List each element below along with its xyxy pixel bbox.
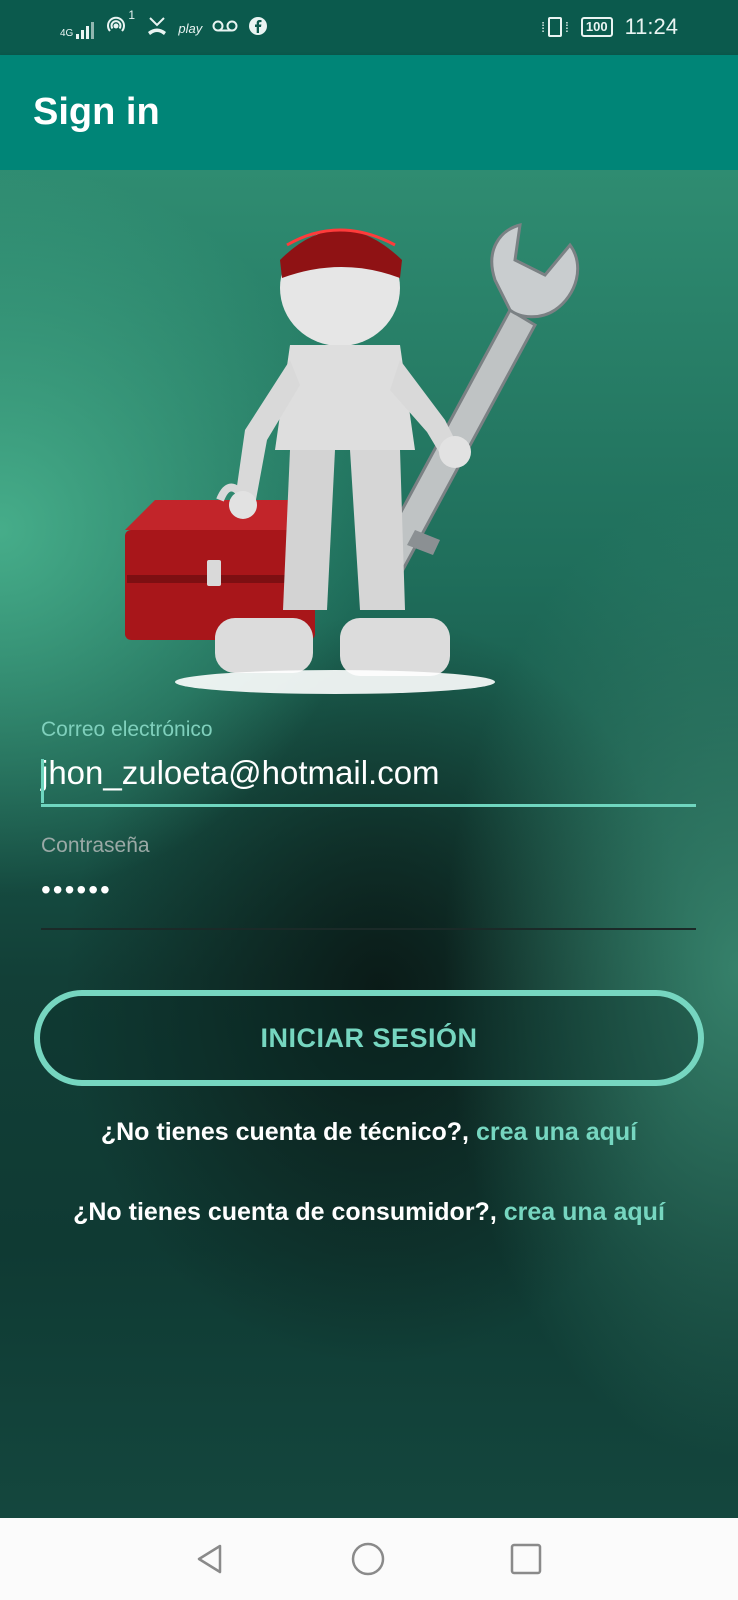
network-type: 4G <box>60 27 74 39</box>
consumer-prompt: ¿No tienes cuenta de consumidor?, <box>73 1198 497 1226</box>
navigation-bar <box>0 1518 738 1600</box>
battery-icon: 100 <box>580 17 613 37</box>
page-title: Sign in <box>33 91 160 133</box>
recents-icon[interactable] <box>509 1542 543 1581</box>
hotspot-badge: 1 <box>128 8 136 22</box>
consumer-signup-row: ¿No tienes cuenta de consumidor?, crea u… <box>0 1198 738 1227</box>
clock: 11:24 <box>624 14 678 39</box>
signal-icon: 4G <box>60 19 95 39</box>
voicemail-icon <box>212 19 238 38</box>
login-button-label: INICIAR SESIÓN <box>260 1022 478 1053</box>
play-icon: play <box>178 21 203 36</box>
vibrate-icon: ⁞ ⁞ <box>541 17 569 37</box>
email-field[interactable]: jhon_zuloeta@hotmail.com <box>41 754 696 807</box>
password-label: Contraseña <box>41 834 150 857</box>
password-value: •••••• <box>41 874 112 905</box>
facebook-icon <box>248 16 268 41</box>
technician-prompt: ¿No tienes cuenta de técnico?, <box>100 1118 469 1146</box>
home-icon[interactable] <box>351 1542 385 1581</box>
login-button[interactable]: INICIAR SESIÓN <box>34 990 704 1086</box>
email-label: Correo electrónico <box>41 718 213 741</box>
app-bar: Sign in <box>0 55 738 170</box>
back-icon[interactable] <box>193 1542 227 1581</box>
password-field[interactable]: •••••• <box>41 874 696 930</box>
status-bar: 4G 1 play ⁞ ⁞ 100 11:24 <box>0 0 738 55</box>
missed-call-icon <box>146 15 168 42</box>
status-bar-left: 4G 1 play <box>60 9 268 43</box>
status-bar-right: ⁞ ⁞ 100 11:24 <box>541 14 678 40</box>
hotspot-icon: 1 <box>104 9 135 43</box>
technician-illustration <box>125 223 580 694</box>
consumer-signup-link[interactable]: crea una aquí <box>504 1198 665 1226</box>
figure-icon <box>175 228 495 694</box>
technician-signup-row: ¿No tienes cuenta de técnico?, crea una … <box>0 1118 738 1147</box>
email-value: jhon_zuloeta@hotmail.com <box>41 754 440 791</box>
technician-signup-link[interactable]: crea una aquí <box>476 1118 637 1146</box>
text-cursor <box>41 759 44 803</box>
